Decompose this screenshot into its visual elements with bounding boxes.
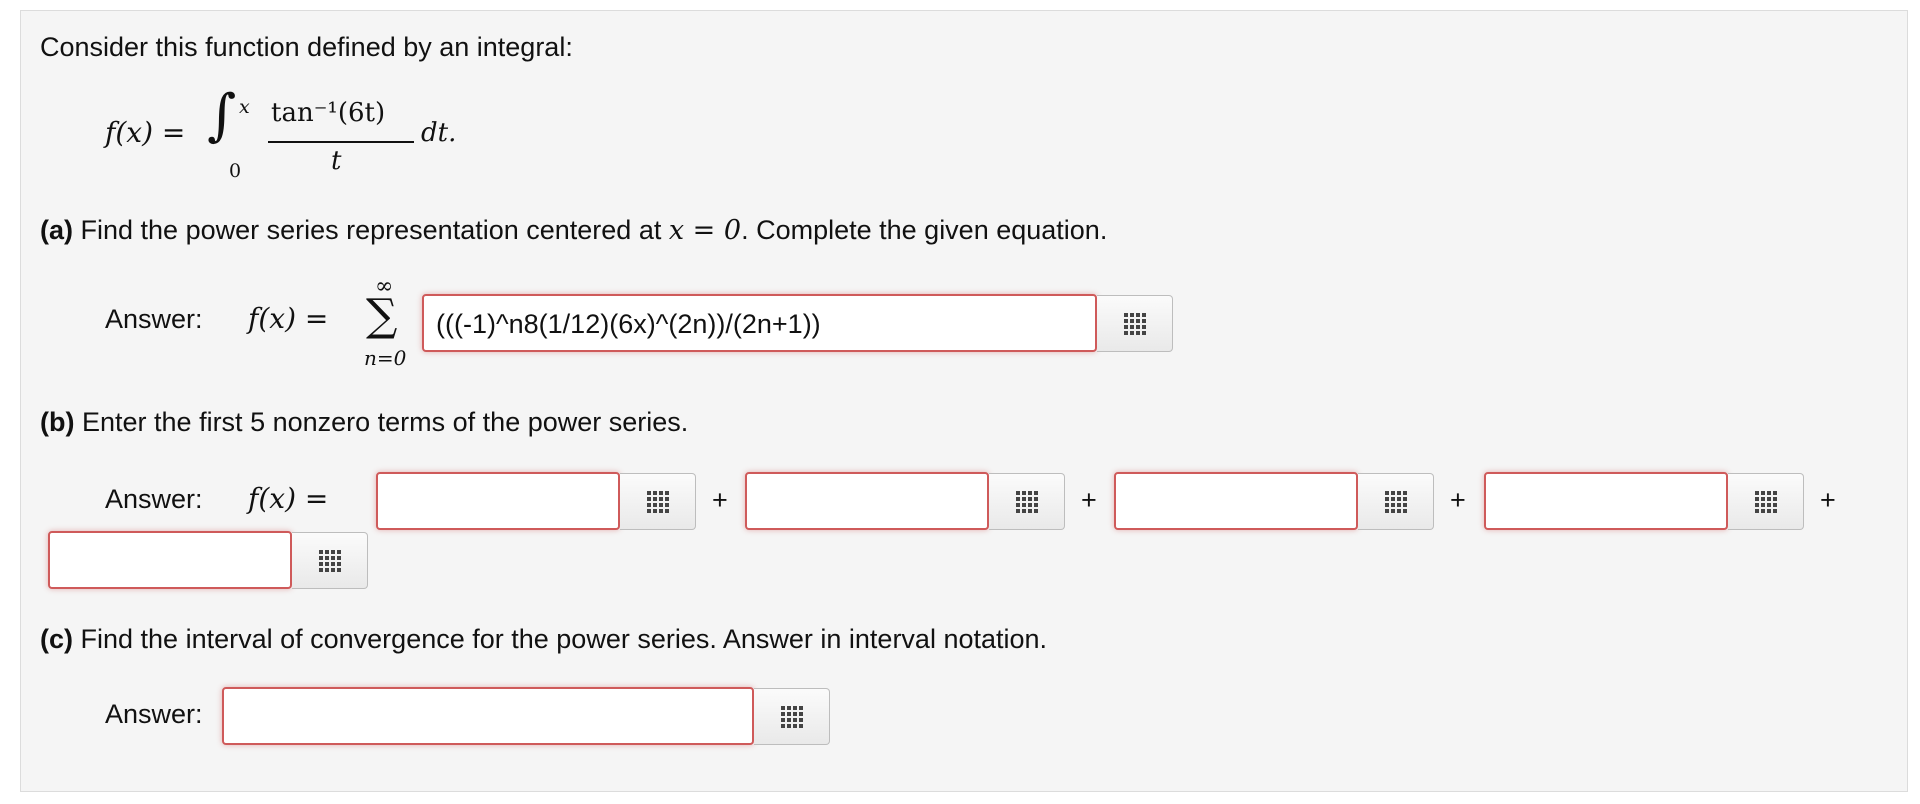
plus-sign: + — [1450, 485, 1466, 515]
part-a-text-after: . Complete the given equation. — [741, 215, 1108, 245]
part-b-term-4-keypad-button[interactable] — [1728, 473, 1804, 530]
part-b-term-4-input[interactable] — [1484, 472, 1728, 530]
integral-upper-limit: x — [239, 96, 250, 118]
part-a-answer-input[interactable]: (((-1)^n8(1/12)(6x)^(2n))/(2n+1)) — [422, 294, 1097, 352]
summation: ∞ ∑ n=0 — [362, 274, 416, 372]
part-a-lhs: f(x) = — [248, 302, 329, 335]
plus-sign: + — [1820, 485, 1836, 515]
part-b-term-2-input[interactable] — [745, 472, 989, 530]
keypad-grid-icon — [646, 490, 669, 513]
part-c-label: (c) — [40, 624, 73, 654]
sum-lower-limit: n=0 — [364, 346, 407, 370]
plus-sign: + — [712, 485, 728, 515]
keypad-grid-icon — [1754, 490, 1777, 513]
part-b-term-1-keypad-button[interactable] — [620, 473, 696, 530]
integral-sign: ∫ — [207, 83, 237, 148]
integral-formula: f(x) = ∫ x 0 tan⁻¹(6t) t dt. — [105, 84, 485, 184]
fraction-numerator: tan⁻¹(6t) — [271, 98, 386, 128]
part-c-keypad-button[interactable] — [754, 688, 830, 745]
part-b-term-3-input[interactable] — [1114, 472, 1358, 530]
part-c-answer-label: Answer: — [105, 699, 203, 729]
keypad-grid-icon — [1384, 490, 1407, 513]
part-b-lhs: f(x) = — [248, 482, 329, 515]
keypad-grid-icon — [780, 705, 803, 728]
keypad-grid-icon — [318, 549, 341, 572]
part-c-answer-input[interactable] — [222, 687, 754, 745]
part-a-inline-math: x = 0 — [668, 215, 742, 246]
part-c-prompt: (c) Find the interval of convergence for… — [40, 624, 1047, 655]
part-a-answer-label: Answer: — [105, 304, 203, 334]
fraction-bar — [268, 141, 414, 143]
keypad-grid-icon — [1015, 490, 1038, 513]
fraction-denominator: t — [331, 146, 342, 176]
intro-text: Consider this function defined by an int… — [40, 32, 573, 62]
part-a-text: Find the power series representation cen… — [80, 215, 662, 245]
part-b-text: Enter the first 5 nonzero terms of the p… — [82, 407, 689, 437]
part-c-text: Find the interval of convergence for the… — [80, 624, 1048, 654]
part-a-label: (a) — [40, 215, 73, 245]
part-b-prompt: (b) Enter the first 5 nonzero terms of t… — [40, 407, 688, 438]
formula-differential: dt. — [421, 118, 457, 148]
part-b-term-5-keypad-button[interactable] — [292, 532, 368, 589]
formula-lhs: f(x) = — [105, 116, 186, 149]
part-b-term-1-input[interactable] — [376, 472, 620, 530]
sigma-symbol: ∑ — [366, 290, 398, 341]
part-b-term-2-keypad-button[interactable] — [989, 473, 1065, 530]
part-b-term-3-keypad-button[interactable] — [1358, 473, 1434, 530]
keypad-grid-icon — [1123, 312, 1146, 335]
plus-sign: + — [1081, 485, 1097, 515]
part-b-label: (b) — [40, 407, 75, 437]
part-a-keypad-button[interactable] — [1097, 295, 1173, 352]
part-b-answer-label: Answer: — [105, 484, 203, 514]
part-a-prompt: (a) Find the power series representation… — [40, 215, 1107, 246]
integral-lower-limit: 0 — [229, 160, 242, 182]
part-b-term-5-input[interactable] — [48, 531, 292, 589]
